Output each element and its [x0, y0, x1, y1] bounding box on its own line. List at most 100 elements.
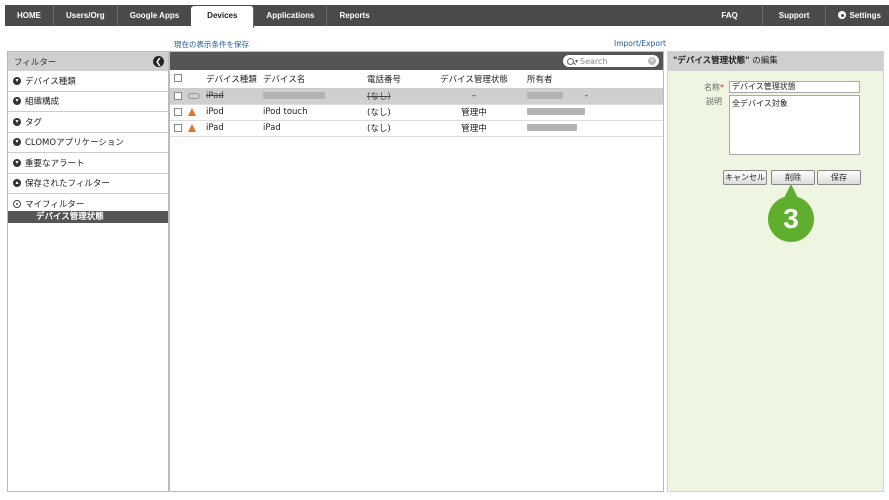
- chevron-down-icon: ▾: [13, 117, 21, 126]
- my-filter-title: マイフィルター: [25, 200, 85, 210]
- col-owner[interactable]: 所有者: [513, 70, 585, 89]
- cell-owner: [513, 104, 585, 121]
- sidebar-item-label: デバイス種類: [25, 76, 76, 87]
- app: HOME Users/Org Google Apps Devices Appli…: [0, 0, 889, 500]
- cell-device-name: iPod touch: [263, 104, 367, 121]
- redacted-value: [263, 92, 325, 99]
- cell-phone: (なし): [367, 120, 435, 137]
- row-icon-cell: [186, 120, 206, 137]
- sidebar-header: フィルター ❮: [8, 52, 168, 71]
- nav-settings[interactable]: Settings: [826, 5, 889, 26]
- step-badge: 3: [768, 196, 814, 242]
- sidebar-item-label: CLOMOアプリケーション: [25, 138, 124, 149]
- row-checkbox-cell: [170, 104, 186, 121]
- nav-support[interactable]: Support: [763, 5, 827, 26]
- cell-owner: [513, 120, 585, 137]
- cell-management-status: 管理中: [435, 104, 513, 121]
- nav-right: FAQ Support Settings: [697, 5, 889, 26]
- table-row[interactable]: iPad iPad (なし) 管理中: [170, 120, 663, 137]
- table-row[interactable]: iPad (なし) – -: [170, 88, 663, 105]
- select-all-checkbox[interactable]: [174, 74, 182, 83]
- gear-icon: [838, 11, 847, 19]
- save-view-link[interactable]: 現在の表示条件を保存: [174, 39, 249, 50]
- name-label-text: 名称: [704, 83, 720, 92]
- row-checkbox-cell: [170, 88, 186, 105]
- row-checkbox[interactable]: [174, 123, 182, 132]
- warning-icon: [188, 107, 196, 116]
- select-all-cell: [170, 70, 186, 89]
- col-extra: [585, 70, 663, 89]
- nav-settings-label: Settings: [849, 11, 881, 20]
- save-button[interactable]: 保存: [817, 170, 861, 185]
- row-icon-cell: [186, 88, 206, 105]
- cell-phone: (なし): [367, 88, 435, 105]
- chevron-up-icon: ▴: [13, 179, 21, 188]
- cell-extra: -: [585, 88, 663, 105]
- import-export-link[interactable]: Import/Export: [614, 39, 666, 48]
- panel-header: "デバイス管理状態" の編集: [668, 52, 883, 71]
- cell-owner: [513, 88, 585, 105]
- row-checkbox-cell: [170, 120, 186, 137]
- unlinked-icon: [188, 92, 200, 99]
- col-device-type[interactable]: デバイス種類: [206, 70, 263, 89]
- description-field[interactable]: 全デバイス対象: [729, 95, 860, 155]
- nav-reports[interactable]: Reports: [327, 5, 381, 26]
- clear-icon[interactable]: ×: [648, 57, 656, 65]
- cell-management-status: 管理中: [435, 120, 513, 137]
- radio-ring-icon: [13, 200, 21, 208]
- sidebar-item-device-type[interactable]: ▾ デバイス種類: [8, 71, 168, 92]
- icon-header: [186, 70, 206, 89]
- cell-phone: (なし): [367, 104, 435, 121]
- redacted-value: [527, 92, 563, 99]
- col-phone[interactable]: 電話番号: [367, 70, 435, 89]
- warning-icon: [188, 123, 196, 132]
- cell-extra: [585, 120, 663, 137]
- table-row[interactable]: iPod iPod touch (なし) 管理中: [170, 104, 663, 121]
- sidebar-item-org[interactable]: ▾ 組織構成: [8, 92, 168, 112]
- sidebar-item-tag[interactable]: ▾ タグ: [8, 112, 168, 133]
- sidebar-item-label: 保存されたフィルター: [25, 179, 110, 190]
- top-nav: HOME Users/Org Google Apps Devices Appli…: [5, 5, 889, 28]
- sidebar-item-label: 組織構成: [25, 97, 60, 108]
- collapse-icon[interactable]: ❮: [153, 56, 164, 67]
- sidebar-title: フィルター: [14, 57, 57, 68]
- redacted-value: [527, 108, 585, 115]
- required-mark: *: [720, 83, 724, 92]
- table-header-row: デバイス種類 デバイス名 電話番号 デバイス管理状態 所有者: [170, 70, 663, 89]
- device-list: ▾ Search × デバイス種類 デバイス名 電話番号 デバイス管理状態 所有…: [169, 51, 664, 492]
- redacted-value: [527, 124, 577, 131]
- row-icon-cell: [186, 104, 206, 121]
- cancel-button[interactable]: キャンセル: [723, 170, 767, 185]
- sidebar-item-label: タグ: [25, 117, 43, 128]
- name-field[interactable]: デバイス管理状態: [729, 81, 860, 93]
- search-input[interactable]: Search: [580, 57, 607, 66]
- sidebar-item-clomo-apps[interactable]: ▾ CLOMOアプリケーション: [8, 133, 168, 153]
- row-checkbox[interactable]: [174, 107, 182, 116]
- cell-device-type: iPad: [206, 88, 263, 105]
- nav-home[interactable]: HOME: [5, 5, 54, 26]
- chevron-down-icon: ▾: [13, 158, 21, 167]
- my-filter-toggle[interactable]: マイフィルター: [13, 198, 163, 210]
- nav-devices[interactable]: Devices: [191, 5, 255, 28]
- cell-device-type: iPad: [206, 120, 263, 137]
- delete-button[interactable]: 削除: [771, 170, 815, 185]
- sidebar-item-saved-filters[interactable]: ▴ 保存されたフィルター: [8, 174, 168, 194]
- search-box[interactable]: ▾ Search ×: [563, 55, 659, 67]
- cell-device-name: [263, 88, 367, 105]
- chevron-down-icon: ▾: [13, 138, 21, 147]
- my-filter-selected-item[interactable]: デバイス管理状態: [8, 211, 168, 223]
- search-icon: [567, 57, 574, 65]
- nav-google-apps[interactable]: Google Apps: [118, 5, 191, 26]
- nav-faq[interactable]: FAQ: [697, 5, 763, 26]
- col-device-name[interactable]: デバイス名: [263, 70, 367, 89]
- col-management-status[interactable]: デバイス管理状態: [435, 70, 513, 89]
- panel-title-suffix: の編集: [749, 56, 778, 66]
- sidebar-item-alerts[interactable]: ▾ 重要なアラート: [8, 153, 168, 174]
- name-label: 名称*: [684, 82, 724, 93]
- cell-management-status: –: [435, 88, 513, 105]
- nav-applications[interactable]: Applications: [254, 5, 328, 26]
- row-checkbox[interactable]: [174, 91, 182, 100]
- sidebar-item-label: 重要なアラート: [25, 158, 85, 169]
- nav-users-org[interactable]: Users/Org: [54, 5, 118, 26]
- panel-title-filter-name: "デバイス管理状態": [673, 56, 750, 66]
